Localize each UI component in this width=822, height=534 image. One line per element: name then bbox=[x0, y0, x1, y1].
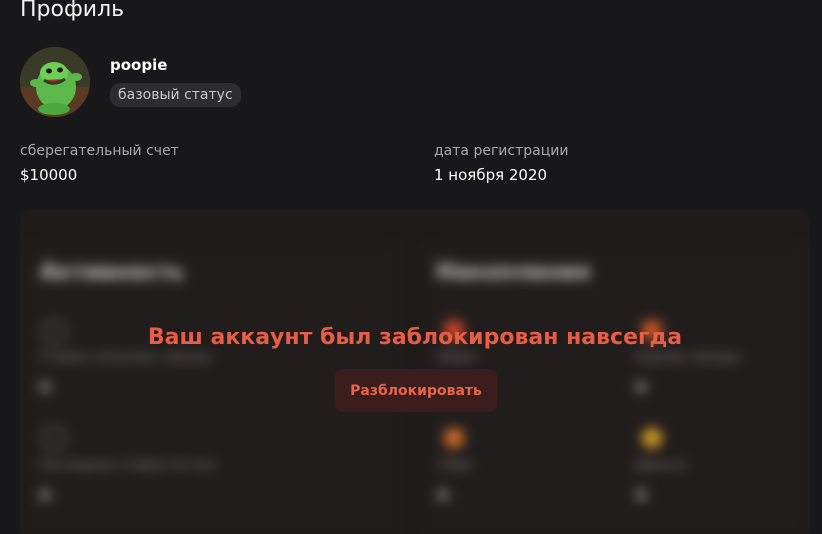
savings-value: $10000 bbox=[20, 166, 78, 184]
user-block: poopie базовый статус bbox=[110, 47, 241, 117]
slimer-avatar-icon bbox=[20, 47, 90, 117]
profile-page: Профиль poopie базовый статус сберегател… bbox=[0, 0, 822, 534]
username: poopie bbox=[110, 56, 168, 74]
locked-panel: Активность Накопления Ставки пополнен за… bbox=[20, 210, 810, 534]
page-title: Профиль bbox=[20, 0, 125, 22]
profile-header: poopie базовый статус bbox=[20, 47, 241, 117]
account-blocked-message: Ваш аккаунт был заблокирован навсегда bbox=[147, 325, 683, 350]
savings-label: сберегательный счет bbox=[20, 143, 179, 159]
status-badge: базовый статус bbox=[110, 83, 241, 107]
registration-label: дата регистрации bbox=[434, 143, 569, 159]
registration-stat: дата регистрации 1 ноября 2020 bbox=[434, 141, 568, 185]
unlock-button[interactable]: Разблокировать bbox=[335, 369, 497, 412]
registration-value: 1 ноября 2020 bbox=[434, 166, 548, 184]
avatar bbox=[20, 47, 90, 117]
savings-stat: сберегательный счет $10000 bbox=[20, 141, 179, 185]
lock-overlay: Ваш аккаунт был заблокирован навсегда Ра… bbox=[20, 210, 810, 534]
